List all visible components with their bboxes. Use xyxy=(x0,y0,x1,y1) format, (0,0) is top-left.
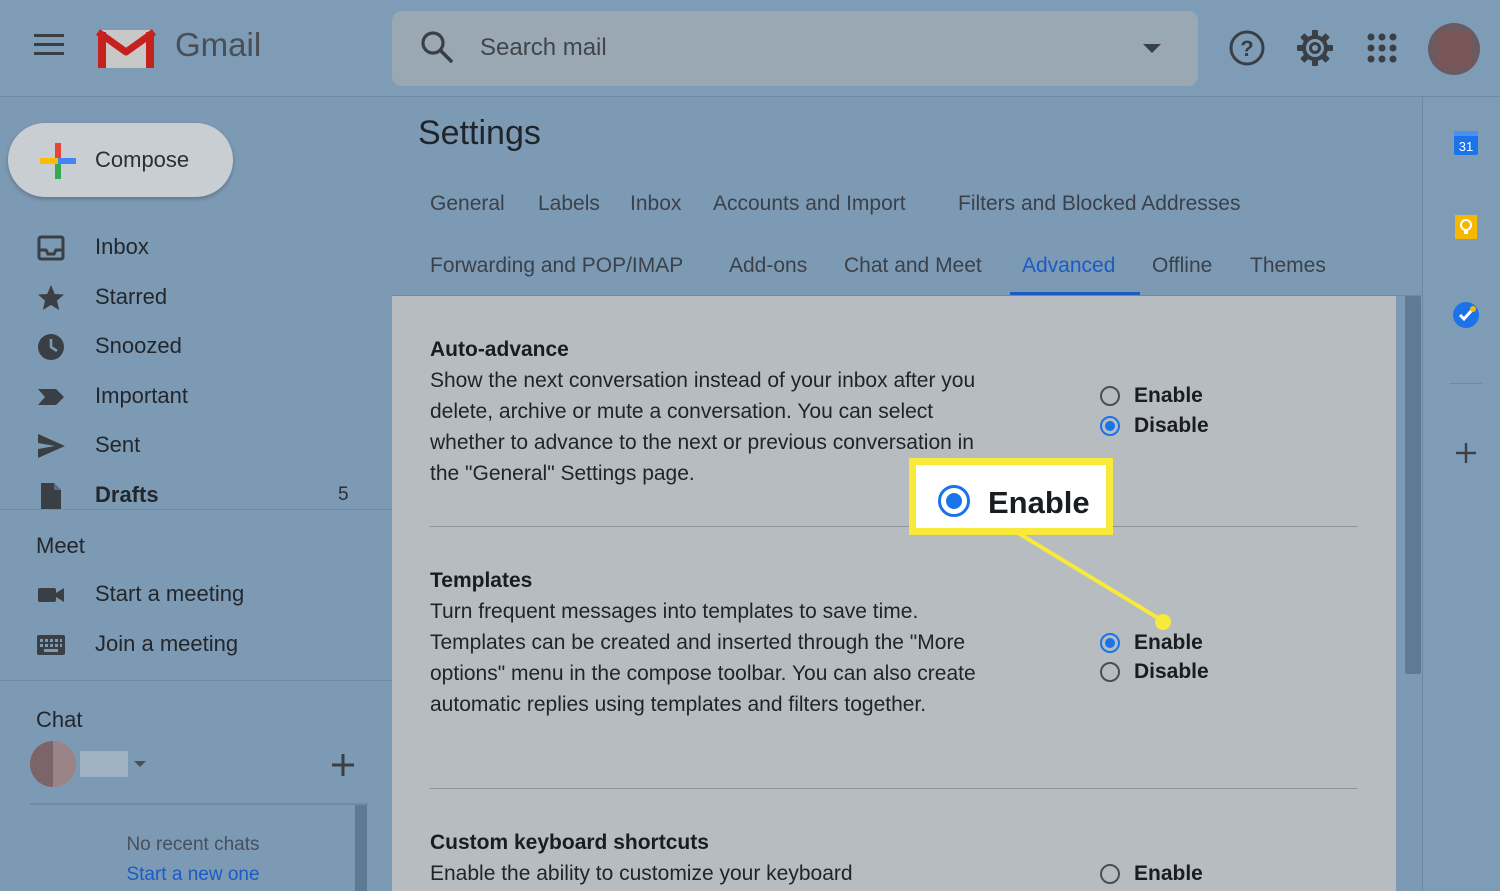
sidebar-item-label: Inbox xyxy=(95,234,149,259)
setting-desc-templates: Turn frequent messages into templates to… xyxy=(430,600,976,716)
svg-text:?: ? xyxy=(1240,36,1253,61)
sidebar-item-start-meeting[interactable]: Start a meeting xyxy=(0,571,392,617)
keep-icon[interactable] xyxy=(1451,212,1481,242)
radio-label: Enable xyxy=(1134,631,1203,654)
calendar-icon[interactable]: 31 xyxy=(1451,128,1481,158)
radio-button-selected-icon xyxy=(938,485,970,517)
apps-grid-icon[interactable] xyxy=(1362,28,1402,68)
calendar-day-label: 31 xyxy=(1459,139,1473,154)
inbox-icon xyxy=(37,235,65,261)
sidebar-item-sent[interactable]: Sent xyxy=(0,422,392,468)
sidebar-item-drafts[interactable]: Drafts 5 xyxy=(0,472,392,518)
page-title: Settings xyxy=(418,114,541,152)
sidebar-item-label: Start a meeting xyxy=(95,581,245,606)
important-icon xyxy=(38,389,64,405)
chat-username-redacted xyxy=(80,751,128,777)
setting-title-auto-advance: Auto-advance xyxy=(430,338,569,361)
draft-icon xyxy=(41,483,61,509)
tab-chat-and-meet[interactable]: Chat and Meet xyxy=(844,254,982,278)
search-options-caret-icon[interactable] xyxy=(1143,44,1161,53)
send-icon xyxy=(38,434,65,458)
radio-button-selected-icon xyxy=(1100,633,1120,653)
callout-label: Enable xyxy=(988,485,1090,520)
radio-button-icon xyxy=(1100,864,1120,884)
tab-filters-and-blocked-addresses[interactable]: Filters and Blocked Addresses xyxy=(958,192,1240,216)
radio-label: Disable xyxy=(1134,414,1209,437)
chat-section-title: Chat xyxy=(36,707,83,732)
sidebar-divider xyxy=(0,680,392,681)
tab-themes[interactable]: Themes xyxy=(1250,254,1326,278)
compose-button[interactable]: Compose xyxy=(8,123,233,197)
radio-label: Enable xyxy=(1134,384,1203,407)
gmail-wordmark: Gmail xyxy=(175,26,262,63)
sidebar-item-important[interactable]: Important xyxy=(0,373,392,419)
menu-icon xyxy=(34,34,64,37)
sidebar-item-inbox[interactable]: Inbox xyxy=(0,224,392,270)
radio-button-icon xyxy=(1100,386,1120,406)
sidebar-item-label: Important xyxy=(95,383,188,408)
side-panel-divider xyxy=(1450,383,1482,384)
sidebar-item-label: Drafts xyxy=(95,482,159,507)
tab-add-ons[interactable]: Add-ons xyxy=(729,254,807,278)
setting-desc-auto-advance: Show the next conversation instead of yo… xyxy=(430,369,976,485)
tasks-icon[interactable] xyxy=(1451,300,1481,330)
start-new-chat-link[interactable]: Start a new one xyxy=(30,864,356,886)
enable-callout-highlight: Enable xyxy=(909,458,1113,535)
setting-title-templates: Templates xyxy=(430,569,533,592)
help-icon[interactable]: ? xyxy=(1227,28,1267,68)
sidebar-item-label: Starred xyxy=(95,284,168,309)
account-avatar[interactable] xyxy=(1428,23,1480,75)
clock-icon xyxy=(38,334,64,360)
search-icon[interactable] xyxy=(420,30,454,64)
tab-inbox[interactable]: Inbox xyxy=(630,192,681,216)
chat-avatar xyxy=(30,741,76,787)
radio-label: Disable xyxy=(1134,660,1209,683)
search-input[interactable] xyxy=(480,30,1080,66)
meet-section-title: Meet xyxy=(36,533,85,558)
chat-panel-divider xyxy=(30,803,368,805)
tab-labels[interactable]: Labels xyxy=(538,192,600,216)
settings-scrollbar-thumb[interactable] xyxy=(1405,296,1421,674)
radio-button-selected-icon xyxy=(1100,416,1120,436)
chat-scrollbar[interactable] xyxy=(355,805,367,891)
add-on-plus-icon[interactable] xyxy=(1455,442,1477,464)
radio-label: Enable xyxy=(1134,862,1203,885)
star-icon xyxy=(38,285,64,310)
keyboard-icon xyxy=(37,635,65,655)
sidebar-item-starred[interactable]: Starred xyxy=(0,274,392,320)
sidebar-item-label: Sent xyxy=(95,432,141,457)
new-chat-plus-icon[interactable] xyxy=(330,752,356,778)
compose-label: Compose xyxy=(95,147,190,172)
no-recent-chats-text: No recent chats xyxy=(126,834,260,855)
gmail-logo-icon[interactable] xyxy=(96,28,156,70)
setting-divider xyxy=(430,788,1358,789)
drafts-count-badge: 5 xyxy=(338,484,349,505)
chat-status-selector[interactable] xyxy=(30,741,150,787)
main-menu-button[interactable] xyxy=(34,34,68,62)
tab-offline[interactable]: Offline xyxy=(1152,254,1212,278)
sidebar-item-join-meeting[interactable]: Join a meeting xyxy=(0,621,392,667)
sidebar-item-label: Join a meeting xyxy=(95,631,239,656)
sidebar-divider xyxy=(0,509,392,510)
setting-title-custom-shortcuts: Custom keyboard shortcuts xyxy=(430,831,709,854)
video-camera-icon xyxy=(38,588,64,602)
radio-button-icon xyxy=(1100,662,1120,682)
sidebar-item-snoozed[interactable]: Snoozed xyxy=(0,323,392,369)
tab-accounts-and-import[interactable]: Accounts and Import xyxy=(713,192,906,216)
sidebar-item-label: Snoozed xyxy=(95,333,182,358)
chevron-down-icon xyxy=(134,761,146,767)
gear-icon[interactable] xyxy=(1295,28,1335,68)
tab-forwarding-pop-imap[interactable]: Forwarding and POP/IMAP xyxy=(430,254,683,278)
tab-general[interactable]: General xyxy=(430,192,505,216)
setting-divider xyxy=(430,526,1358,527)
compose-plus-icon xyxy=(40,143,76,179)
setting-desc-custom-shortcuts: Enable the ability to customize your key… xyxy=(430,862,853,885)
tab-advanced[interactable]: Advanced xyxy=(1022,254,1115,278)
